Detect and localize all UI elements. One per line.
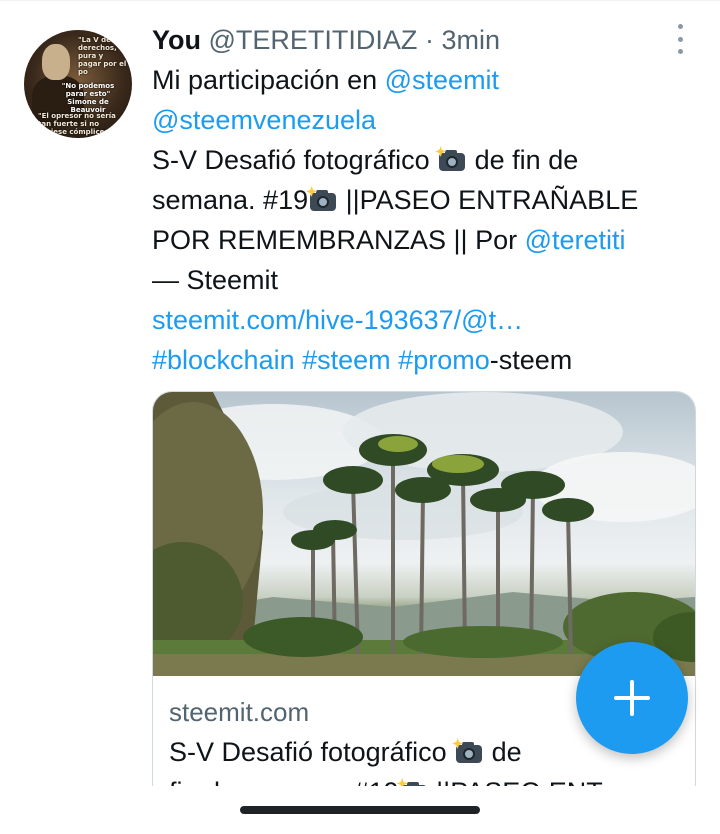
text-segment: POR REMEMBRANZAS || Por — [152, 225, 525, 255]
tweet-line-7: steemit.com/hive-193637/@t… — [152, 300, 700, 340]
text-segment: ||PASEO ENTRAÑABLE — [338, 185, 639, 215]
tweet-line-3: S-V Desafió fotográfico de fin de — [152, 140, 700, 180]
text-segment: semana. #19 — [152, 185, 309, 215]
more-vertical-icon[interactable] — [668, 24, 692, 54]
mention-steemit[interactable]: @steemit — [385, 65, 499, 95]
tweet-line-4: semana. #19 ||PASEO ENTRAÑABLE — [152, 180, 700, 220]
tweet-url-link[interactable]: steemit.com/hive-193637/@t… — [152, 305, 523, 335]
text-segment: Mi participación en — [152, 65, 385, 95]
mention-steemvenezuela[interactable]: @steemvenezuela — [152, 105, 376, 135]
text-segment: de — [484, 737, 522, 767]
avatar-caption-1: "La V de derechos, pura y pagar por el p… — [78, 36, 127, 76]
compose-tweet-button[interactable] — [576, 642, 688, 754]
avatar[interactable]: "La V de derechos, pura y pagar por el p… — [24, 30, 132, 138]
home-indicator[interactable] — [240, 806, 480, 814]
mention-teretiti[interactable]: @teretiti — [525, 225, 626, 255]
tweet-text: Mi participación en @steemit @steemvenez… — [152, 60, 700, 380]
text-segment: S-V Desafió fotográfico — [169, 737, 455, 767]
plus-icon-vertical — [630, 680, 634, 716]
palm-park-photo — [153, 392, 695, 676]
tweet-header: You @TERETITIDIAZ · 3min — [152, 20, 700, 60]
camera-flash-emoji-icon — [452, 738, 484, 764]
separator-dot: · — [424, 25, 434, 55]
hashtag-steem[interactable]: #steem — [302, 345, 391, 375]
hashtag-blockchain[interactable]: #blockchain — [152, 345, 295, 375]
text-segment: de fin de — [467, 145, 579, 175]
text-segment: -steem — [489, 345, 573, 375]
avatar-figure-face — [42, 44, 70, 80]
card-image[interactable] — [153, 392, 695, 676]
tweet-line-2: @steemvenezuela — [152, 100, 700, 140]
text-segment — [295, 345, 303, 375]
camera-flash-emoji-icon — [435, 146, 467, 172]
avatar-caption-3: "El opresor no sería tan fuerte si no tu… — [38, 112, 116, 138]
tweet-line-6: — Steemit — [152, 265, 279, 295]
text-segment: S-V Desafió fotográfico — [152, 145, 438, 175]
author-handle[interactable]: @TERETITIDIAZ — [209, 25, 418, 55]
tweet-line-8: #blockchain #steem #promo-steem — [152, 340, 700, 380]
tweet-line-1: Mi participación en @steemit — [152, 60, 700, 100]
hashtag-promo[interactable]: #promo — [398, 345, 490, 375]
author-name[interactable]: You — [152, 25, 201, 55]
tweet-time[interactable]: 3min — [441, 25, 500, 55]
camera-flash-emoji-icon — [306, 186, 338, 212]
top-divider — [0, 0, 720, 1]
tweet-line-5: POR REMEMBRANZAS || Por @teretiti — [152, 220, 700, 260]
avatar-caption-2: "No podemos parar esto" Simone de Beauvo… — [61, 82, 115, 114]
